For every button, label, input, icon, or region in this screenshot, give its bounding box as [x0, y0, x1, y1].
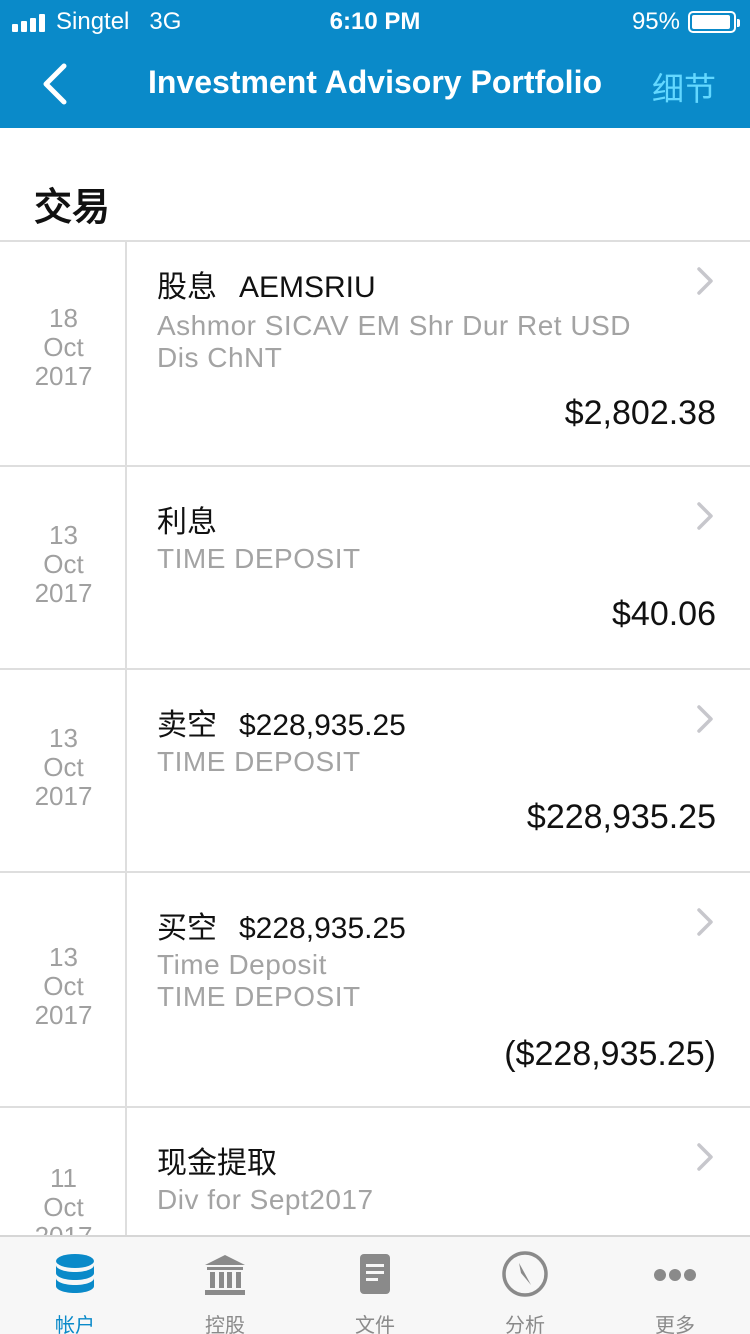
- transaction-code: $228,935.25: [239, 912, 406, 945]
- transaction-row[interactable]: 18 Oct 2017 股息 AEMSRIU Ashmor SICAV EM Sh…: [0, 242, 750, 467]
- date-column: 13 Oct 2017: [0, 467, 127, 668]
- transaction-content: 利息 TIME DEPOSIT $40.06: [157, 467, 716, 668]
- date-month: Oct: [43, 1192, 84, 1222]
- transaction-type: 买空: [157, 911, 217, 946]
- transaction-list[interactable]: 18 Oct 2017 股息 AEMSRIU Ashmor SICAV EM Sh…: [0, 242, 750, 1235]
- details-button[interactable]: 细节: [652, 64, 716, 110]
- chevron-right-icon: [694, 1142, 716, 1172]
- chevron-right-icon: [694, 907, 716, 937]
- date-year: 2017: [34, 781, 93, 811]
- date-day: 13: [49, 520, 78, 550]
- transaction-date: 18 Oct 2017: [0, 304, 127, 391]
- battery-fill: [692, 15, 730, 29]
- battery-icon: [688, 11, 740, 33]
- transaction-amount: $2,802.38: [564, 394, 716, 432]
- date-month: Oct: [43, 971, 84, 1001]
- tab-analysis[interactable]: 分析: [450, 1237, 600, 1334]
- tab-label: 控股: [205, 1313, 245, 1334]
- battery-percent: 95%: [631, 8, 680, 35]
- tab-accounts[interactable]: 帐户: [0, 1237, 150, 1334]
- transaction-content: 股息 AEMSRIU Ashmor SICAV EM Shr Dur Ret US…: [157, 242, 716, 465]
- transaction-description-2: TIME DEPOSIT: [157, 981, 361, 1012]
- transaction-description: Ashmor SICAV EM Shr Dur Ret USD: [157, 310, 631, 341]
- transaction-title: 买空 $228,935.25: [157, 903, 406, 947]
- transaction-content: 卖空 $228,935.25 TIME DEPOSIT $228,935.25: [157, 670, 716, 871]
- tab-bar: 帐户 控股 文件 分析 更多: [0, 1235, 750, 1334]
- transaction-title: 卖空 $228,935.25: [157, 700, 406, 744]
- tab-label: 更多: [655, 1313, 695, 1334]
- transaction-description: Time Deposit: [157, 949, 327, 980]
- date-month: Oct: [43, 332, 84, 362]
- tab-label: 帐户: [55, 1313, 95, 1334]
- tab-documents[interactable]: 文件: [300, 1237, 450, 1334]
- transaction-description-2: Dis ChNT: [157, 342, 283, 373]
- date-month: Oct: [43, 752, 84, 782]
- transaction-title: 股息 AEMSRIU: [157, 262, 376, 306]
- date-day: 13: [49, 723, 78, 753]
- date-column: 13 Oct 2017: [0, 670, 127, 871]
- transaction-type: 现金提取: [157, 1146, 277, 1181]
- tab-more[interactable]: 更多: [600, 1237, 750, 1334]
- tab-label: 文件: [355, 1313, 395, 1334]
- date-year: 2017: [34, 361, 93, 391]
- database-icon: [56, 1254, 94, 1293]
- date-day: 18: [49, 303, 78, 333]
- tab-label: 分析: [505, 1313, 545, 1334]
- transaction-type: 股息: [157, 270, 217, 305]
- transaction-date: 13 Oct 2017: [0, 943, 127, 1030]
- transaction-date: 13 Oct 2017: [0, 724, 127, 811]
- chevron-right-icon: [694, 266, 716, 296]
- date-day: 13: [49, 942, 78, 972]
- date-month: Oct: [43, 549, 84, 579]
- transaction-content: 买空 $228,935.25 Time Deposit TIME DEPOSIT …: [157, 873, 716, 1106]
- document-icon: [360, 1254, 390, 1294]
- transaction-content: 现金提取 Div for Sept2017: [157, 1108, 716, 1235]
- transaction-amount: $40.06: [612, 595, 716, 633]
- transaction-date: 13 Oct 2017: [0, 521, 127, 608]
- date-column: 13 Oct 2017: [0, 873, 127, 1106]
- date-year: 2017: [34, 578, 93, 608]
- transaction-row[interactable]: 13 Oct 2017 买空 $228,935.25 Time Deposit T…: [0, 873, 750, 1108]
- transaction-title: 现金提取: [157, 1138, 299, 1182]
- date-year: 2017: [34, 1000, 93, 1030]
- date-day: 11: [50, 1163, 77, 1193]
- navigation-header: Singtel 3G 6:10 PM 95% Investment Adviso…: [0, 0, 750, 128]
- status-right: 95%: [631, 8, 740, 36]
- chevron-right-icon: [694, 704, 716, 734]
- transaction-date: 11 Oct 2017: [0, 1163, 127, 1236]
- compass-icon: [502, 1251, 548, 1297]
- transaction-row[interactable]: 11 Oct 2017 现金提取 Div for Sept2017: [0, 1108, 750, 1235]
- date-year: 2017: [0, 1222, 127, 1236]
- transaction-description: Div for Sept2017: [157, 1184, 374, 1215]
- transaction-amount: $228,935.25: [526, 798, 716, 836]
- more-dots-icon: [654, 1269, 696, 1281]
- transaction-row[interactable]: 13 Oct 2017 利息 TIME DEPOSIT $40.06: [0, 467, 750, 670]
- transaction-description: TIME DEPOSIT: [157, 746, 361, 777]
- status-bar: Singtel 3G 6:10 PM 95%: [0, 0, 750, 40]
- transaction-row[interactable]: 13 Oct 2017 卖空 $228,935.25 TIME DEPOSIT $…: [0, 670, 750, 873]
- section-title: 交易: [34, 185, 111, 229]
- transaction-title: 利息: [157, 497, 239, 541]
- date-column: 11 Oct 2017: [0, 1108, 127, 1235]
- chevron-right-icon: [694, 501, 716, 531]
- transaction-type: 利息: [157, 505, 217, 540]
- transaction-code: AEMSRIU: [239, 271, 376, 304]
- transaction-description: TIME DEPOSIT: [157, 543, 361, 574]
- page-title: Investment Advisory Portfolio: [148, 64, 602, 100]
- transaction-code: $228,935.25: [239, 709, 406, 742]
- date-column: 18 Oct 2017: [0, 242, 127, 465]
- bank-icon: [205, 1255, 245, 1295]
- tab-holdings[interactable]: 控股: [150, 1237, 300, 1334]
- transaction-amount: ($228,935.25): [504, 1035, 716, 1073]
- transaction-type: 卖空: [157, 708, 217, 743]
